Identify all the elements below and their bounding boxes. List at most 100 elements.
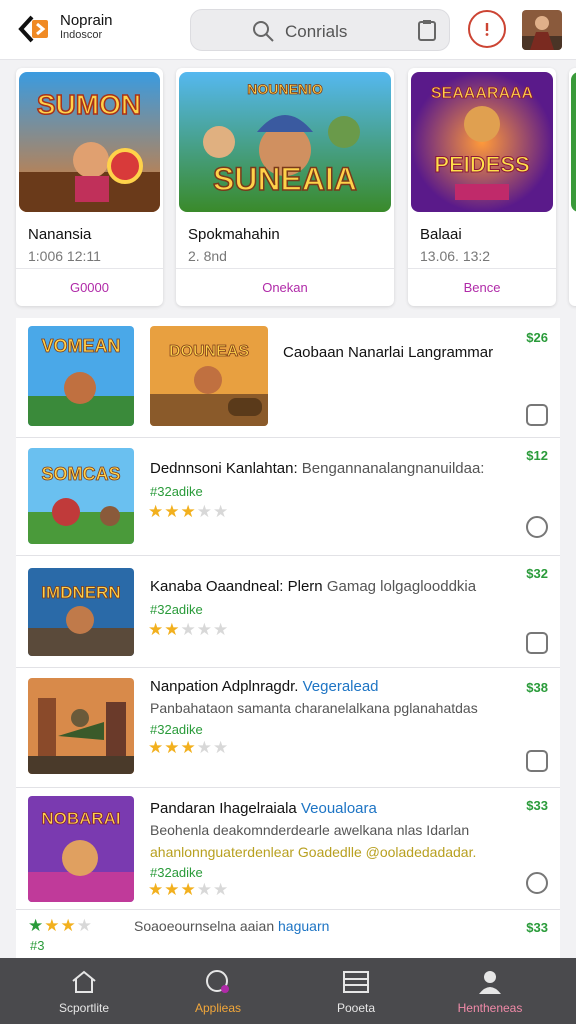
list-item[interactable]: ★★★★ Soaoeournselna aaian haguarn #3 $33	[16, 910, 560, 958]
featured-title: Spokmahahin	[188, 226, 280, 243]
list-title-line: Nanpation Adplnragdr. Vegeralead	[150, 678, 379, 695]
profile-icon	[479, 971, 501, 994]
list-description: Gamag lolgaglooddkia	[326, 578, 477, 595]
star-icon: ★	[148, 738, 165, 757]
list-item[interactable]: VOMEAN DOUNEAS Caobaan Nanarlai Langramm…	[16, 318, 560, 438]
star-icon: ★	[148, 880, 165, 899]
rating-stars: ★★★★★	[148, 502, 229, 522]
list-thumbnail: SOMCAS	[28, 448, 134, 544]
featured-button[interactable]: Bence	[408, 280, 556, 295]
list-price: $26	[526, 330, 548, 345]
thumb-text: DOUNEAS	[169, 343, 249, 360]
list-tag: #32adike	[150, 722, 203, 737]
brand-line1: Noprain	[60, 12, 113, 29]
featured-art: SUMON	[19, 72, 160, 212]
featured-meta: 13.06. 13:2	[420, 248, 491, 264]
star-icon: ★	[148, 502, 165, 521]
list-item[interactable]: IMDNERN Kanaba Oaandneal: Plern Gamag lo…	[16, 556, 560, 668]
nav-item-apps[interactable]: Applieas	[146, 958, 290, 1024]
list-tag: #32adike	[150, 484, 203, 499]
download-icon[interactable]	[526, 750, 548, 772]
list-tag: #3	[30, 938, 45, 953]
star-icon: ★	[213, 620, 230, 639]
rating-stars: ★★★★★	[148, 880, 229, 900]
list-tag-blue: Veoualoara	[300, 800, 377, 817]
star-icon: ★	[196, 620, 213, 639]
user-avatar[interactable]	[522, 10, 562, 50]
download-icon[interactable]	[526, 516, 548, 538]
featured-card-peek[interactable]	[569, 68, 576, 306]
featured-title: Nanansia	[28, 226, 92, 243]
nav-label: Pooeta	[336, 1001, 376, 1015]
list-thumbnail: VOMEAN	[28, 326, 134, 426]
featured-card[interactable]: SUMON Nanansia 1:006 12:11 G0000	[16, 68, 163, 306]
star-icon: ★	[196, 880, 213, 899]
home-icon	[72, 970, 96, 993]
featured-meta: 1:006 12:11	[28, 248, 101, 264]
app-list: VOMEAN DOUNEAS Caobaan Nanarlai Langramm…	[16, 318, 560, 958]
star-icon: ★	[180, 620, 197, 639]
list-price: $33	[526, 798, 548, 813]
list-price: $33	[526, 920, 548, 935]
nav-label: Applieas	[194, 1001, 242, 1015]
nav-item-home[interactable]: Scportlite	[12, 958, 156, 1024]
featured-card[interactable]: NOUNENIO SUNEAIA Spokmahahin 2. 8nd Onek…	[176, 68, 394, 306]
list-thumbnail	[28, 678, 134, 774]
featured-art-sub: NOUNENIO	[247, 81, 323, 97]
list-description: Panbahataon samanta charanelalkana pglan…	[150, 700, 478, 716]
download-icon[interactable]	[526, 872, 548, 894]
nav-label: Hentheneas	[457, 1001, 523, 1015]
featured-art-text: SUNEAIA	[213, 161, 357, 197]
star-icon: ★	[180, 502, 197, 521]
app-logo-icon[interactable]	[18, 14, 50, 44]
thumb-text: SOMCAS	[41, 464, 120, 484]
featured-title: Balaai	[420, 226, 462, 243]
list-thumbnail-2: DOUNEAS	[150, 326, 268, 426]
list-item[interactable]: Nanpation Adplnragdr. Vegeralead Panbaha…	[16, 668, 560, 788]
clipboard-icon[interactable]	[417, 19, 437, 41]
list-thumbnail: NOBARAI	[28, 796, 134, 902]
nav-label: Scportlite	[58, 1001, 110, 1015]
search-input[interactable]: Conrials	[285, 22, 347, 42]
nav-item-profile[interactable]: Hentheneas	[418, 958, 562, 1024]
featured-art: NOUNENIO SUNEAIA	[179, 72, 391, 212]
alert-button[interactable]	[468, 10, 506, 48]
nav-item-posts[interactable]: Pooeta	[284, 958, 428, 1024]
star-icon: ★	[164, 880, 181, 899]
list-item[interactable]: SOMCAS Dednnsoni Kanlahtan: Bengannanala…	[16, 438, 560, 556]
featured-art-text: SUMON	[37, 89, 141, 120]
download-icon[interactable]	[526, 632, 548, 654]
star-icon: ★	[164, 502, 181, 521]
star-icon: ★	[148, 620, 165, 639]
download-icon[interactable]	[526, 404, 548, 426]
apps-icon	[206, 970, 229, 993]
featured-art-text: SEAAARAAA	[431, 85, 534, 102]
thumb-text: NOBARAI	[41, 809, 120, 828]
star-icon: ★	[180, 738, 197, 757]
rating-stars: ★★★★★	[148, 738, 229, 758]
list-description: Beohenla deakomnderdearle awelkana nlas …	[150, 822, 470, 838]
list-title: Kanaba Oaandneal: Plern	[150, 578, 323, 595]
featured-button[interactable]: G0000	[16, 280, 163, 295]
featured-card[interactable]: SEAAARAAA PEIDESS Balaai 13.06. 13:2 Ben…	[408, 68, 556, 306]
featured-carousel[interactable]: SUMON Nanansia 1:006 12:11 G0000 NOUNENI…	[0, 68, 576, 312]
list-title: Pandaran Ihagelraiala	[150, 800, 297, 817]
list-title: Soaoeournselna aaian	[134, 918, 275, 934]
list-description-2: ahanlonnguaterdenlear Goadedlle @ooladed…	[150, 844, 477, 860]
search-bar[interactable]: Conrials	[190, 9, 450, 51]
list-title-line: Pandaran Ihagelraiala Veoualoara	[150, 800, 377, 817]
list-description: Bengannanalangnanuildaa:	[301, 460, 485, 477]
featured-button[interactable]: Onekan	[176, 280, 394, 295]
star-icon: ★	[180, 880, 197, 899]
list-item[interactable]: NOBARAI Pandaran Ihagelraiala Veoualoara…	[16, 788, 560, 910]
search-icon	[253, 21, 274, 42]
star-icon: ★	[196, 502, 213, 521]
list-tag: #32adike	[150, 865, 203, 880]
list-title-line: Soaoeournselna aaian haguarn	[134, 918, 329, 934]
thumb-text: IMDNERN	[41, 583, 120, 602]
list-tag-blue: Vegeralead	[302, 678, 379, 695]
star-icon: ★	[164, 738, 181, 757]
star-icon: ★	[213, 738, 230, 757]
star-icon: ★	[164, 620, 181, 639]
bottom-nav: Scportlite Applieas Pooeta Hentheneas	[0, 958, 576, 1024]
